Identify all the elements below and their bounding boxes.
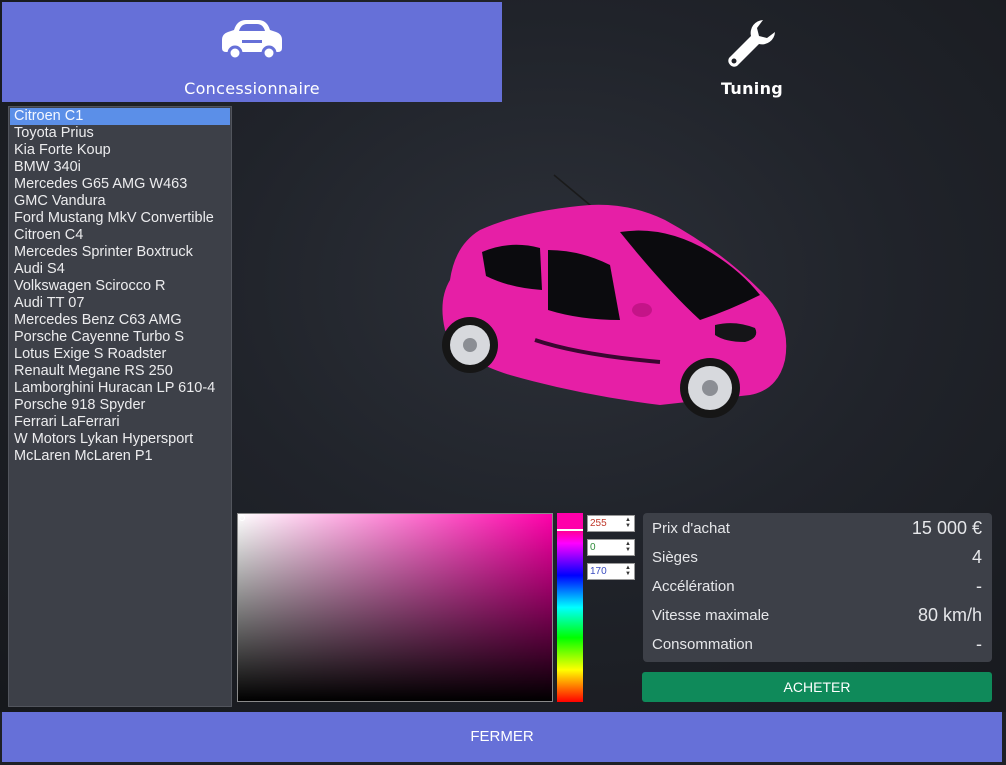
stat-acceleration: Accélération - — [652, 572, 982, 601]
color-picker-cursor[interactable] — [239, 515, 245, 521]
stat-price: Prix d'achat 15 000 € — [652, 514, 982, 543]
stat-label: Prix d'achat — [652, 520, 730, 537]
stat-label: Accélération — [652, 578, 735, 595]
color-saturation-value-picker[interactable] — [237, 513, 553, 702]
stat-label: Sièges — [652, 549, 698, 566]
vehicle-list-item[interactable]: Audi S4 — [10, 261, 230, 278]
green-value-stepper[interactable]: 0 ▲ ▼ — [587, 539, 635, 556]
tab-tuning[interactable]: Tuning — [502, 2, 1002, 102]
buy-button[interactable]: ACHETER — [642, 672, 992, 702]
stat-value: 15 000 € — [911, 518, 982, 538]
vehicle-list-item[interactable]: Audi TT 07 — [10, 295, 230, 312]
stat-label: Vitesse maximale — [652, 607, 770, 624]
wrench-icon — [725, 16, 779, 74]
top-tabs: Concessionnaire Tuning — [2, 2, 1004, 102]
stat-value: - — [976, 634, 982, 654]
vehicle-list-item[interactable]: Ferrari LaFerrari — [10, 414, 230, 431]
red-value-stepper[interactable]: 255 ▲ ▼ — [587, 515, 635, 532]
dealership-window: Concessionnaire Tuning Citroen C1 Toyota … — [0, 0, 1006, 765]
vehicle-list-item[interactable]: Mercedes G65 AMG W463 — [10, 176, 230, 193]
color-preview-swatch — [557, 513, 583, 531]
blue-value-stepper[interactable]: 170 ▲ ▼ — [587, 563, 635, 580]
vehicle-list-item[interactable]: Porsche 918 Spyder — [10, 397, 230, 414]
vehicle-list-item[interactable]: Citroen C4 — [10, 227, 230, 244]
stat-label: Consommation — [652, 636, 753, 653]
green-value: 0 — [590, 542, 596, 553]
hue-slider[interactable] — [557, 513, 583, 702]
vehicle-list-item[interactable]: McLaren McLaren P1 — [10, 448, 230, 465]
stat-value: 80 km/h — [917, 605, 982, 625]
close-button[interactable]: FERMER — [2, 712, 1002, 762]
vehicle-list-item[interactable]: Volkswagen Scirocco R — [10, 278, 230, 295]
vehicle-list-item[interactable]: Porsche Cayenne Turbo S — [10, 329, 230, 346]
car-icon — [220, 16, 284, 66]
car-preview — [430, 170, 800, 420]
vehicle-list-item[interactable]: Citroen C1 — [10, 108, 230, 125]
vehicle-list-item[interactable]: Ford Mustang MkV Convertible — [10, 210, 230, 227]
vehicle-list-item[interactable]: BMW 340i — [10, 159, 230, 176]
vehicle-list-item[interactable]: Kia Forte Koup — [10, 142, 230, 159]
vehicle-list-item[interactable]: Lamborghini Huracan LP 610-4 — [10, 380, 230, 397]
spin-arrows-icon[interactable]: ▲ ▼ — [624, 517, 632, 530]
vehicle-list-item[interactable]: Toyota Prius — [10, 125, 230, 142]
stat-value: - — [976, 576, 982, 596]
stat-value: 4 — [971, 547, 982, 567]
stat-consumption: Consommation - — [652, 630, 982, 659]
stat-top-speed: Vitesse maximale 80 km/h — [652, 601, 982, 630]
blue-value: 170 — [590, 566, 607, 577]
vehicle-list-item[interactable]: Lotus Exige S Roadster — [10, 346, 230, 363]
spin-arrows-icon[interactable]: ▲ ▼ — [624, 541, 632, 554]
vehicle-list-item[interactable]: Mercedes Benz C63 AMG — [10, 312, 230, 329]
vehicle-list-item[interactable]: W Motors Lykan Hypersport — [10, 431, 230, 448]
tab-concessionnaire[interactable]: Concessionnaire — [2, 2, 502, 102]
tab-label: Concessionnaire — [184, 79, 320, 98]
red-value: 255 — [590, 518, 607, 529]
vehicle-stats-panel: Prix d'achat 15 000 € Sièges 4 Accélérat… — [643, 513, 992, 662]
stat-seats: Sièges 4 — [652, 543, 982, 572]
vehicle-list-item[interactable]: GMC Vandura — [10, 193, 230, 210]
vehicle-list-item[interactable]: Renault Megane RS 250 — [10, 363, 230, 380]
vehicle-list-item[interactable]: Mercedes Sprinter Boxtruck — [10, 244, 230, 261]
tab-label: Tuning — [720, 79, 784, 98]
spin-arrows-icon[interactable]: ▲ ▼ — [624, 565, 632, 578]
vehicle-list[interactable]: Citroen C1 Toyota Prius Kia Forte Koup BMW … — [8, 106, 232, 707]
